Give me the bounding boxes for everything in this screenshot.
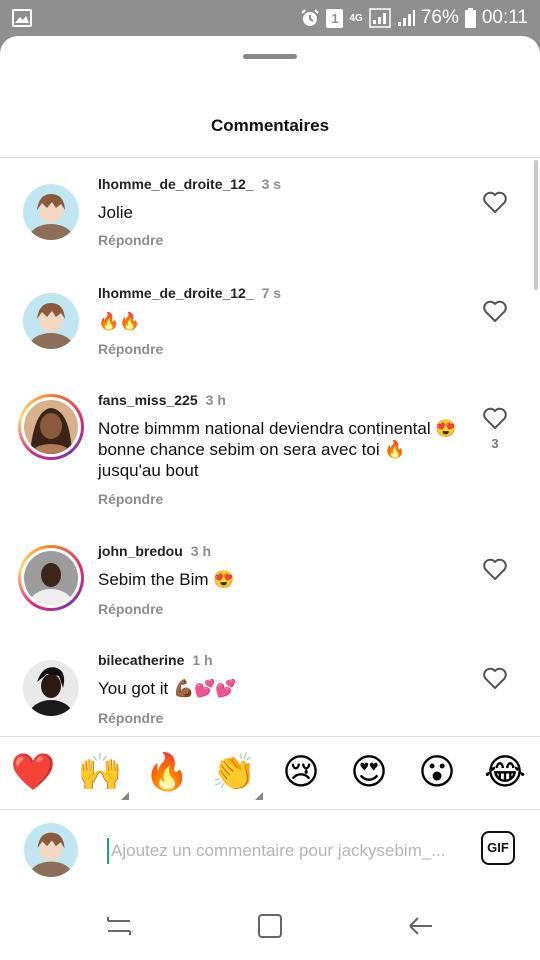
comment-text: You got it 💪🏾💕💕	[98, 679, 237, 698]
alarm-icon	[301, 9, 320, 26]
comment-time: 3 h	[205, 392, 226, 408]
emoji-clap-button[interactable]: 👏	[209, 748, 263, 800]
comment-text: Jolie	[98, 203, 133, 222]
comment-text: Notre bimmm national deviendra continent…	[98, 419, 457, 480]
divider	[0, 157, 540, 158]
comment-item: bilecatherine 1 h You got it 💪🏾💕💕 Répondr…	[0, 652, 540, 736]
comment-header: lhomme_de_droite_12_ 7 s	[98, 285, 281, 301]
comment-username[interactable]: fans_miss_225	[98, 392, 198, 408]
divider	[0, 809, 540, 810]
emoji-reaction-bar: ❤️ 🙌 🔥 👏 😢 😍 😮 😂	[0, 748, 540, 800]
recent-apps-icon[interactable]	[104, 911, 134, 941]
divider	[0, 736, 540, 737]
avatar[interactable]	[23, 184, 79, 240]
emoji-heart-button[interactable]: ❤️	[8, 748, 58, 798]
heart-icon[interactable]	[482, 190, 508, 214]
emoji-glyph: 👏	[211, 752, 257, 793]
avatar[interactable]	[23, 293, 79, 349]
comment-time: 7 s	[261, 285, 282, 301]
avatar[interactable]	[18, 545, 84, 611]
emoji-fire-button[interactable]: 🔥	[142, 748, 192, 798]
emoji-laughing-button[interactable]: 😂	[480, 748, 530, 798]
comment-time: 3 h	[190, 543, 212, 559]
comment-username[interactable]: john_bredou	[98, 543, 183, 559]
comment-time: 1 h	[192, 652, 213, 668]
comments-sheet: Commentaires lhomme_de_droite_12_ 3 s Jol…	[0, 36, 540, 960]
comment-header: john_bredou 3 h	[98, 543, 211, 559]
reply-button[interactable]: Répondre	[98, 601, 163, 617]
comment-input[interactable]	[107, 838, 457, 864]
avatar[interactable]	[18, 394, 84, 460]
clock: 00:11	[481, 7, 528, 28]
system-nav-bar	[0, 891, 540, 960]
sheet-grabber-handle[interactable]	[243, 54, 297, 59]
emoji-crying-button[interactable]: 😢	[276, 748, 326, 798]
comment-item: john_bredou 3 h Sebim the Bim 😍 Répondre	[0, 543, 540, 643]
avatar[interactable]	[23, 660, 79, 716]
comment-header: bilecatherine 1 h	[98, 652, 213, 668]
heart-icon[interactable]	[482, 666, 508, 690]
comment-username[interactable]: lhomme_de_droite_12_	[98, 285, 254, 301]
heart-icon[interactable]	[482, 406, 508, 430]
comment-username[interactable]: bilecatherine	[98, 652, 184, 668]
status-bar: 1 4G 76% 00:11	[0, 0, 540, 36]
sim1-badge-icon: 1	[326, 8, 344, 28]
network-4g-icon: 4G	[349, 12, 363, 24]
skin-tone-indicator	[121, 792, 129, 800]
gallery-icon	[12, 9, 32, 27]
emoji-heart-eyes-button[interactable]: 😍	[344, 748, 394, 798]
comment-item: lhomme_de_droite_12_ 3 s Jolie Répondre	[0, 176, 540, 276]
signal-icon	[397, 10, 415, 26]
gif-button[interactable]: GIF	[481, 831, 515, 865]
avatar	[24, 823, 78, 877]
emoji-glyph: 🙌	[77, 752, 123, 793]
comment-text: Sebim the Bim 😍	[98, 570, 235, 589]
comment-header: fans_miss_225 3 h	[98, 392, 226, 408]
comment-item: lhomme_de_droite_12_ 7 s 🔥🔥 Répondre	[0, 285, 540, 385]
battery-percent: 76%	[420, 7, 459, 28]
skin-tone-indicator	[255, 792, 263, 800]
comment-header: lhomme_de_droite_12_ 3 s	[98, 176, 281, 192]
reply-button[interactable]: Répondre	[98, 341, 163, 357]
emoji-raised-hands-button[interactable]: 🙌	[75, 748, 129, 800]
reply-button[interactable]: Répondre	[98, 491, 163, 507]
comment-item: fans_miss_225 3 h Notre bimmm national de…	[0, 392, 540, 522]
back-icon[interactable]	[406, 911, 436, 941]
heart-icon[interactable]	[482, 557, 508, 581]
comment-time: 3 s	[261, 176, 282, 192]
signal-icon	[369, 8, 391, 28]
emoji-surprised-button[interactable]: 😮	[412, 748, 462, 798]
reply-button[interactable]: Répondre	[98, 232, 163, 248]
comment-username[interactable]: lhomme_de_droite_12_	[98, 176, 254, 192]
like-count: 3	[491, 436, 499, 451]
page-title: Commentaires	[210, 116, 330, 135]
battery-icon	[464, 8, 476, 28]
heart-icon[interactable]	[482, 299, 508, 323]
home-icon[interactable]	[255, 911, 285, 941]
comment-text: 🔥🔥	[98, 312, 141, 331]
reply-button[interactable]: Répondre	[98, 710, 163, 726]
